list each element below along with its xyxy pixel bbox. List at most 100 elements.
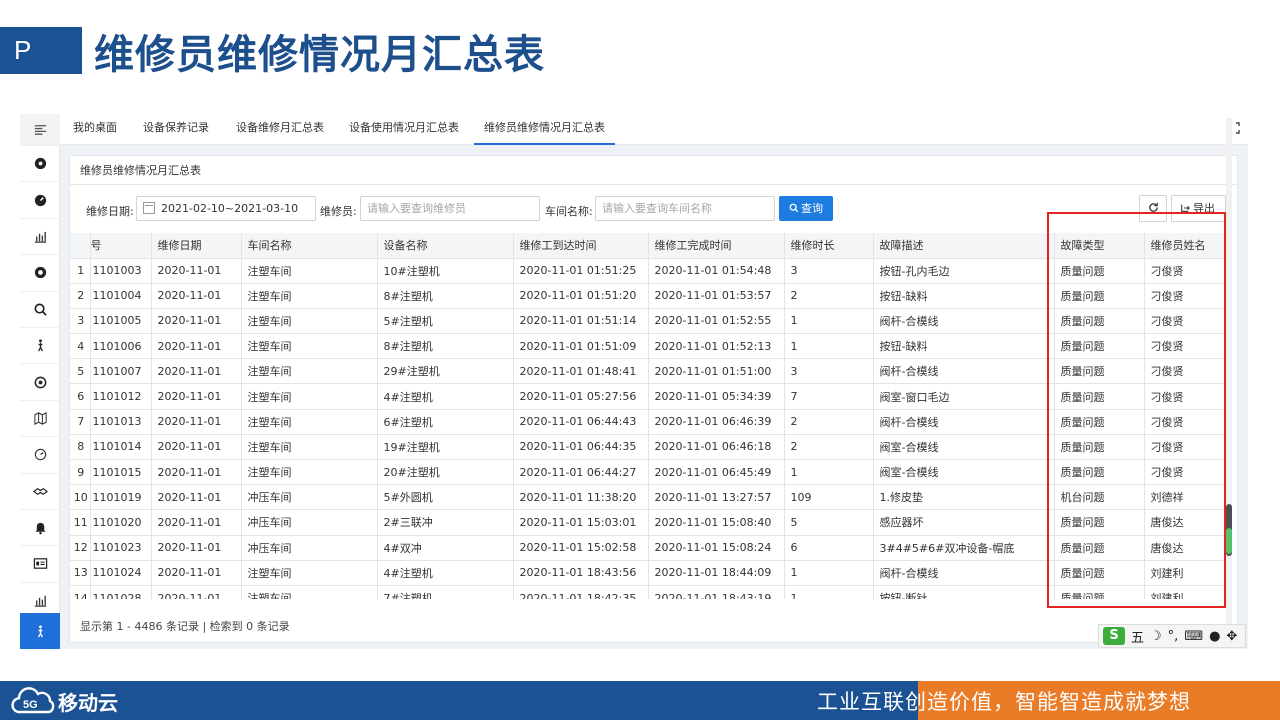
menu-toggle-icon[interactable] — [20, 114, 60, 146]
moon-icon[interactable]: ☽ — [1150, 629, 1162, 644]
slide: P 维修员维修情况月汇总表 我的桌面 设备保养记录 设备维修月汇总表 设备使用情… — [0, 0, 1280, 720]
table-cell: 冲压车间 — [241, 535, 378, 561]
table-cell: 2020-11-01 06:44:35 — [513, 434, 649, 461]
row-index: 6 — [70, 383, 91, 410]
row-index: 5 — [70, 358, 91, 385]
tab-bar: 我的桌面 设备保养记录 设备维修月汇总表 设备使用情况月汇总表 维修员维修情况月… — [60, 114, 1248, 145]
table-cell: 注塑车间 — [241, 258, 378, 284]
table-cell: 2020-11-01 06:44:43 — [513, 409, 649, 435]
record-icon[interactable] — [20, 255, 60, 292]
row-index: 2 — [70, 283, 91, 309]
search-button[interactable]: 查询 — [779, 196, 833, 221]
table-cell: 1 — [784, 585, 874, 599]
cloud-logo-icon: 5G — [11, 687, 55, 714]
table-cell: 5#外圆机 — [377, 484, 514, 511]
table-cell: 2020-11-01 01:51:09 — [513, 333, 649, 360]
column-header[interactable]: 故障描述 — [873, 233, 1055, 259]
tab-repairer-monthly[interactable]: 维修员维修情况月汇总表 — [474, 114, 615, 145]
user-icon[interactable]: ● — [1209, 629, 1220, 644]
column-header[interactable]: 维修日期 — [151, 233, 242, 259]
grid-icon[interactable]: ✥ — [1226, 629, 1237, 644]
table-cell: 2020-11-01 15:02:58 — [513, 535, 649, 561]
id-card-icon[interactable] — [20, 546, 60, 583]
tab-repair-monthly[interactable]: 设备维修月汇总表 — [236, 114, 324, 145]
sogou-icon[interactable]: S — [1103, 627, 1125, 645]
ime-mode-label[interactable]: 五 — [1131, 627, 1144, 646]
workshop-input[interactable]: 请输入要查询车间名称 — [595, 196, 775, 221]
repairer-input[interactable]: 请输入要查询维修员 — [360, 196, 540, 221]
left-rail — [20, 114, 60, 649]
repairer-label: 维修员: — [320, 205, 357, 218]
column-header[interactable]: 车间名称 — [241, 233, 378, 259]
date-label: 维修日期: — [86, 205, 134, 218]
table-cell: 按钮-缺料 — [873, 283, 1055, 309]
tab-my-desktop[interactable]: 我的桌面 — [73, 114, 117, 145]
table-cell: 按钮-孔内毛边 — [873, 258, 1055, 284]
bell-icon[interactable] — [20, 510, 60, 547]
table-cell: 2020-11-01 01:52:13 — [648, 333, 785, 360]
table-cell: 1101005 — [90, 308, 152, 335]
table-cell: 2020-11-01 — [151, 358, 242, 385]
table-cell: 注塑车间 — [241, 308, 378, 335]
table-cell: 20#注塑机 — [377, 459, 514, 486]
map-icon[interactable] — [20, 401, 60, 438]
table-cell: 注塑车间 — [241, 358, 378, 385]
table-cell: 1 — [784, 333, 874, 360]
table-cell: 19#注塑机 — [377, 434, 514, 461]
table-cell: 1101020 — [90, 509, 152, 536]
table-cell: 1 — [784, 560, 874, 586]
table-cell: 阀室-窗口毛边 — [873, 383, 1055, 410]
walker-icon[interactable] — [20, 613, 60, 649]
table-cell: 注塑车间 — [241, 560, 378, 586]
table-cell: 2020-11-01 — [151, 258, 242, 284]
table-cell: 阀杆-合模线 — [873, 560, 1055, 586]
tab-maintenance-records[interactable]: 设备保养记录 — [143, 114, 209, 145]
table-cell: 阀杆-合模线 — [873, 358, 1055, 385]
highlight-box — [1047, 212, 1226, 608]
gauge-icon[interactable] — [20, 437, 60, 474]
table-cell: 按钮-缺料 — [873, 333, 1055, 360]
table-cell: 2020-11-01 — [151, 560, 242, 586]
table-cell: 2020-11-01 06:44:27 — [513, 459, 649, 486]
calendar-icon — [143, 202, 155, 214]
vertical-scrollbar[interactable] — [1226, 118, 1232, 638]
target-icon[interactable] — [20, 364, 60, 401]
walker-icon[interactable] — [20, 328, 60, 365]
brand-logo: 5G 移动云 — [10, 684, 118, 718]
table-cell: 1101028 — [90, 585, 152, 599]
date-range-input[interactable]: 2021-02-10~2021-03-10 — [136, 196, 316, 221]
punctuation-icon[interactable]: °, — [1168, 629, 1179, 644]
table-cell: 6#注塑机 — [377, 409, 514, 435]
tab-usage-monthly[interactable]: 设备使用情况月汇总表 — [349, 114, 459, 145]
handshake-icon[interactable] — [20, 474, 60, 510]
row-index: 14 — [70, 585, 91, 599]
table-cell: 8#注塑机 — [377, 333, 514, 360]
column-header[interactable]: 设备名称 — [377, 233, 514, 259]
row-index: 11 — [70, 509, 91, 536]
table-cell: 2020-11-01 01:54:48 — [648, 258, 785, 284]
search-icon[interactable] — [20, 292, 60, 328]
table-cell: 2020-11-01 18:43:56 — [513, 560, 649, 586]
row-index: 1 — [70, 258, 91, 284]
table-cell: 2020-11-01 18:42:35 — [513, 585, 649, 599]
dashboard-icon[interactable] — [20, 182, 60, 219]
table-cell: 阀杆-合模线 — [873, 308, 1055, 335]
bar-chart-icon[interactable] — [20, 219, 60, 256]
table-cell: 注塑车间 — [241, 283, 378, 309]
table-cell: 冲压车间 — [241, 509, 378, 536]
table-cell: 5#注塑机 — [377, 308, 514, 335]
keyboard-icon[interactable]: ⌨ — [1184, 629, 1203, 644]
index-column-header — [70, 233, 91, 259]
table-cell: 2#三联冲 — [377, 509, 514, 536]
column-header[interactable]: 号 — [90, 233, 152, 259]
row-index: 4 — [70, 333, 91, 360]
column-header[interactable]: 维修时长 — [784, 233, 874, 259]
table-cell: 3 — [784, 258, 874, 284]
table-cell: 1101014 — [90, 434, 152, 461]
disc-icon[interactable] — [20, 146, 60, 183]
table-cell: 注塑车间 — [241, 585, 378, 599]
column-header[interactable]: 维修工到达时间 — [513, 233, 649, 259]
table-cell: 感应器坏 — [873, 509, 1055, 536]
ime-toolbar[interactable]: S 五 ☽ °, ⌨ ● ✥ — [1098, 624, 1246, 648]
column-header[interactable]: 维修工完成时间 — [648, 233, 785, 259]
